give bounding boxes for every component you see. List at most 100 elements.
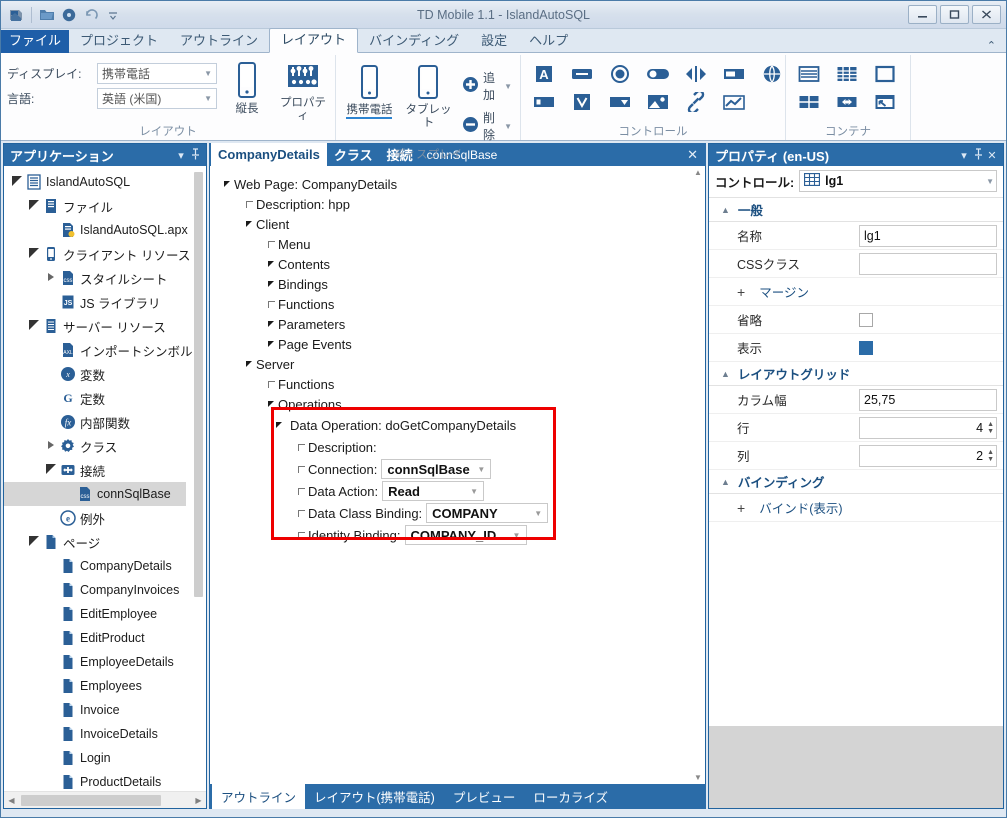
tree-item-[interactable]: 接続	[4, 458, 206, 482]
display-combo[interactable]: 携帯電話 ▼	[97, 63, 217, 84]
globe-icon[interactable]	[755, 61, 789, 87]
outline-node[interactable]: Bindings	[264, 274, 328, 294]
textbox-icon[interactable]	[565, 61, 599, 87]
chevron-up-icon[interactable]: ▲	[721, 369, 730, 379]
tree-item-employeedetails[interactable]: EmployeeDetails	[4, 650, 206, 674]
ribbon-tab-project[interactable]: プロジェクト	[69, 30, 169, 53]
undo-icon[interactable]	[81, 5, 101, 25]
dropdown-icon[interactable]	[603, 89, 637, 115]
label-icon[interactable]: A	[527, 61, 561, 87]
outline-node[interactable]: Web Page: CompanyDetails	[220, 174, 397, 194]
scroll-left-icon[interactable]: ◀	[4, 796, 19, 805]
tree-expander-icon[interactable]	[44, 464, 58, 476]
radio-icon[interactable]	[603, 61, 637, 87]
property-section-header[interactable]: ▲ 一般	[709, 198, 1003, 222]
remove-display-button[interactable]: 削除 ▼	[460, 106, 514, 146]
tree-item-invoicedetails[interactable]: InvoiceDetails	[4, 722, 206, 746]
property-text-input[interactable]	[859, 252, 997, 275]
tablet-display-button[interactable]: タブレット	[401, 61, 456, 130]
tree-item-productdetails[interactable]: ProductDetails	[4, 770, 206, 791]
outline-expander-icon[interactable]	[242, 200, 256, 208]
outline-node[interactable]: Functions	[264, 294, 334, 314]
properties-button[interactable]: プロパティ	[277, 58, 329, 123]
pin-icon[interactable]	[188, 147, 202, 163]
portrait-button[interactable]: 縦長	[221, 58, 273, 116]
tree-item-[interactable]: クラス	[4, 434, 206, 458]
progress-icon[interactable]	[717, 61, 751, 87]
ribbon-tab-layout[interactable]: レイアウト	[269, 28, 359, 53]
bottom-tab-preview[interactable]: プレビュー	[444, 784, 525, 809]
ribbon-tab-help[interactable]: ヘルプ	[518, 30, 579, 53]
outline-node[interactable]: Server	[242, 354, 294, 374]
outline-expander-icon[interactable]	[242, 221, 256, 227]
tree-horizontal-scrollbar[interactable]: ◀ ▶	[4, 791, 206, 808]
property-text-input[interactable]: 25,75	[859, 388, 997, 411]
open-icon[interactable]	[37, 5, 57, 25]
toggle-icon[interactable]	[641, 61, 675, 87]
minimize-button[interactable]	[908, 5, 937, 24]
table-icon[interactable]	[792, 89, 826, 115]
outline-node[interactable]: Page Events	[264, 334, 352, 354]
image-icon[interactable]	[641, 89, 675, 115]
phone-display-button[interactable]: 携帯電話	[342, 61, 397, 119]
link-icon[interactable]	[679, 89, 713, 115]
ribbon-tab-outline[interactable]: アウトライン	[169, 30, 269, 53]
tree-item-login[interactable]: Login	[4, 746, 206, 770]
outline-node[interactable]: Menu	[264, 234, 311, 254]
tree-item-[interactable]: G 定数	[4, 386, 206, 410]
tree-expander-icon[interactable]	[27, 320, 41, 332]
tree-item-[interactable]: e 例外	[4, 506, 206, 530]
save-icon[interactable]	[59, 5, 79, 25]
tree-item-companydetails[interactable]: CompanyDetails	[4, 554, 206, 578]
tree-item-islandautosql[interactable]: IslandAutoSQL	[4, 170, 206, 194]
property-text-input[interactable]: lg1	[859, 224, 997, 247]
property-section-header[interactable]: ▲ レイアウトグリッド	[709, 362, 1003, 386]
carousel-icon[interactable]	[830, 89, 864, 115]
tree-item-[interactable]: x 変数	[4, 362, 206, 386]
outline-expander-icon[interactable]	[264, 380, 278, 388]
panel-menu-icon[interactable]: ▾	[957, 149, 971, 162]
outline-expander-icon[interactable]	[264, 261, 278, 267]
outline-expander-icon[interactable]	[242, 361, 256, 367]
application-tree[interactable]: IslandAutoSQL ファイル IslandAutoSQL.apx クライアント…	[4, 166, 206, 791]
outline-canvas[interactable]: Web Page: CompanyDetails Description: hpp…	[209, 166, 706, 784]
plus-icon[interactable]: +	[737, 284, 745, 300]
tree-expander-icon[interactable]	[44, 273, 58, 283]
tree-item-invoice[interactable]: Invoice	[4, 698, 206, 722]
tree-item-editemployee[interactable]: EditEmployee	[4, 602, 206, 626]
tree-item-editproduct[interactable]: EditProduct	[4, 626, 206, 650]
tree-expander-icon[interactable]	[27, 200, 41, 212]
spinner-arrows-icon[interactable]: ▲ ▼	[987, 421, 994, 435]
close-icon[interactable]: ✕	[985, 149, 999, 162]
outline-expander-icon[interactable]	[264, 281, 278, 287]
outline-expander-icon[interactable]	[264, 240, 278, 248]
outline-expander-icon[interactable]	[264, 341, 278, 347]
chevron-down-icon[interactable]: ▼	[504, 122, 512, 131]
panel-menu-icon[interactable]: ▾	[174, 149, 188, 162]
button-icon[interactable]	[527, 89, 561, 115]
tree-item-companyinvoices[interactable]: CompanyInvoices	[4, 578, 206, 602]
outline-node[interactable]: Parameters	[264, 314, 345, 334]
outline-node[interactable]: Description: hpp	[242, 194, 350, 214]
slider-icon[interactable]	[679, 61, 713, 87]
tree-vertical-scrollbar[interactable]	[192, 168, 205, 789]
ribbon-tab-binding[interactable]: バインディング	[358, 30, 470, 53]
property-checkbox[interactable]	[859, 312, 873, 327]
grid-icon[interactable]	[830, 61, 864, 87]
close-button[interactable]	[972, 5, 1001, 24]
outline-node[interactable]: Client	[242, 214, 289, 234]
ribbon-tab-file[interactable]: ファイル	[1, 30, 70, 53]
tree-item-islandautosql-apx[interactable]: IslandAutoSQL.apx	[4, 218, 206, 242]
tree-expander-icon[interactable]	[44, 441, 58, 451]
tree-item-js[interactable]: JS JS ライブラリ	[4, 290, 206, 314]
outline-vertical-scrollbar[interactable]: ▲ ▼	[691, 166, 705, 784]
list-icon[interactable]	[792, 61, 826, 87]
chevron-up-icon[interactable]: ⌃	[987, 39, 1006, 52]
property-spinner-input[interactable]: 4 ▲ ▼	[859, 416, 997, 439]
tree-item-[interactable]: ファイル	[4, 194, 206, 218]
tree-item-[interactable]: fx 内部関数	[4, 410, 206, 434]
property-checkbox[interactable]	[859, 340, 873, 355]
close-icon[interactable]: ✕	[679, 143, 706, 166]
property-add-row[interactable]: + マージン	[709, 278, 1003, 306]
app-icon[interactable]	[6, 5, 26, 25]
